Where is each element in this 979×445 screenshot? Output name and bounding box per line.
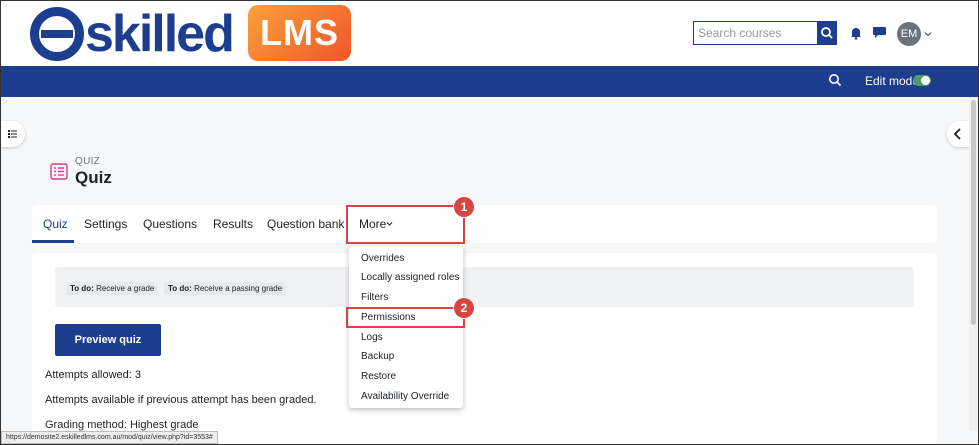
menu-item-availability-override[interactable]: Availability Override xyxy=(361,391,449,403)
list-icon xyxy=(8,130,17,138)
course-index-drawer-toggle[interactable] xyxy=(0,121,25,147)
todo-text: Receive a grade xyxy=(96,284,155,293)
quiz-icon xyxy=(50,163,68,180)
completion-condition-grade: To do: Receive a grade xyxy=(66,282,159,295)
tab-quiz[interactable]: Quiz xyxy=(43,217,68,231)
eskilled-logo[interactable]: skilled xyxy=(30,5,235,63)
activity-type-label: QUIZ xyxy=(75,156,101,167)
grading-method-text: Grading method: Highest grade xyxy=(45,419,199,431)
menu-item-filters[interactable]: Filters xyxy=(361,292,388,304)
logo-wordmark: skilled xyxy=(85,5,235,63)
todo-prefix: To do: xyxy=(168,284,192,293)
user-avatar[interactable]: EM xyxy=(897,22,921,46)
chevron-left-icon xyxy=(953,128,961,140)
attempts-available-text: Attempts available if previous attempt h… xyxy=(45,394,317,406)
edit-mode-toggle[interactable] xyxy=(913,75,931,86)
tab-questions[interactable]: Questions xyxy=(143,217,197,231)
callout-badge-1: 1 xyxy=(454,197,474,217)
menu-item-logs[interactable]: Logs xyxy=(361,332,383,344)
search-button[interactable] xyxy=(817,21,837,45)
search-icon[interactable] xyxy=(828,73,842,87)
completion-condition-passing-grade: To do: Receive a passing grade xyxy=(164,282,287,295)
active-tab-indicator xyxy=(32,240,74,243)
chevron-down-icon[interactable] xyxy=(924,30,932,38)
tab-settings[interactable]: Settings xyxy=(84,217,127,231)
bell-icon[interactable] xyxy=(849,26,863,40)
scrollbar-thumb[interactable] xyxy=(971,100,976,325)
tab-question-bank[interactable]: Question bank xyxy=(267,217,344,231)
callout-badge-2: 2 xyxy=(454,298,474,318)
logo-lms-badge: LMS xyxy=(248,5,351,61)
menu-item-restore[interactable]: Restore xyxy=(361,371,396,383)
attempts-allowed-text: Attempts allowed: 3 xyxy=(45,369,141,381)
menu-item-backup[interactable]: Backup xyxy=(361,351,394,363)
menu-item-locally-assigned-roles[interactable]: Locally assigned roles xyxy=(361,272,459,284)
todo-prefix: To do: xyxy=(70,284,94,293)
logo-e-mark xyxy=(30,7,84,61)
tab-results[interactable]: Results xyxy=(213,217,253,231)
todo-text: Receive a passing grade xyxy=(194,284,283,293)
search-icon xyxy=(821,27,833,39)
messages-icon[interactable] xyxy=(872,25,887,39)
course-search-input[interactable]: Search courses xyxy=(693,21,818,45)
status-bar-url: https://demosite2.eskilledlms.com.au/mod… xyxy=(1,431,218,444)
page-title: Quiz xyxy=(75,168,112,187)
block-drawer-toggle[interactable] xyxy=(947,121,969,147)
menu-item-overrides[interactable]: Overrides xyxy=(361,253,404,265)
callout-highlight-more xyxy=(346,205,465,244)
edit-mode-label: Edit mode xyxy=(865,74,920,88)
preview-quiz-button[interactable]: Preview quiz xyxy=(55,324,161,356)
callout-highlight-permissions xyxy=(346,307,465,328)
